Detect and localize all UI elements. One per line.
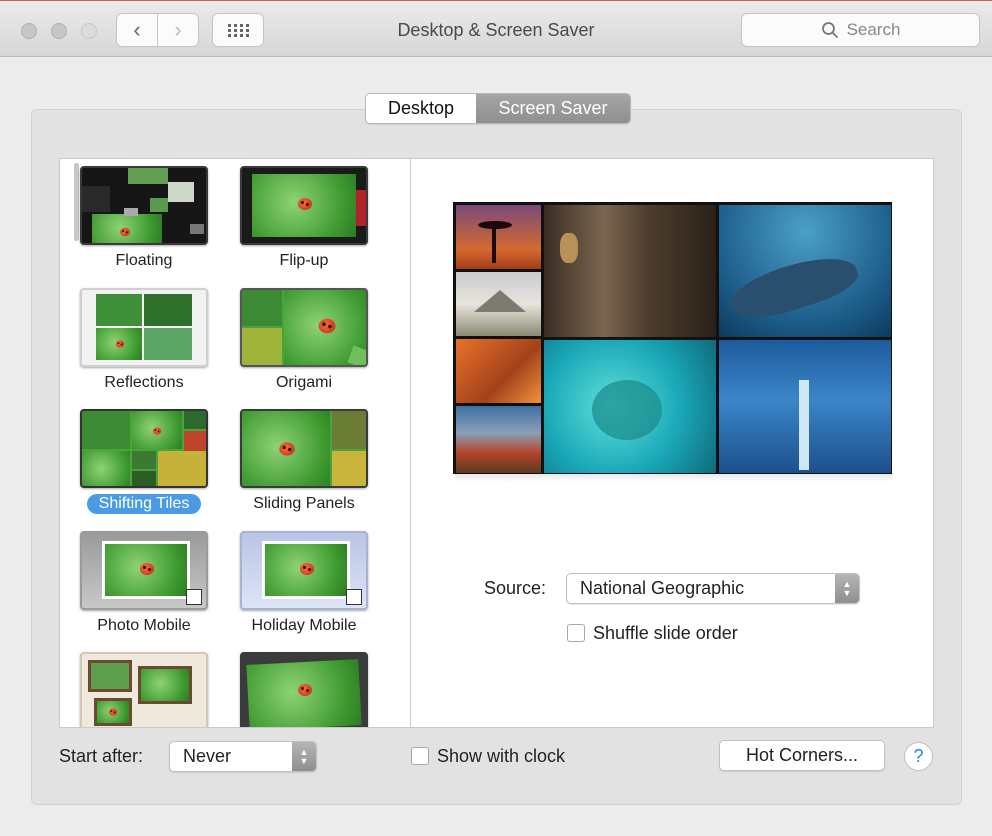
module-sliding-panels[interactable]: Sliding Panels: [224, 409, 384, 514]
module-label-selected: Shifting Tiles: [86, 494, 202, 514]
screen-saver-preview: [453, 202, 892, 474]
photo-mobile-thumbnail: [80, 531, 208, 610]
hot-corners-button[interactable]: Hot Corners...: [719, 740, 885, 771]
holiday-mobile-thumbnail: [240, 531, 368, 610]
show-all-button[interactable]: [212, 13, 264, 47]
start-after-popup[interactable]: Never ▲ ▼: [169, 741, 317, 772]
help-button[interactable]: ?: [904, 742, 933, 771]
module-label: Photo Mobile: [97, 617, 191, 634]
title-bar: ‹ › Desktop & Screen Saver Search: [0, 0, 992, 57]
module-origami[interactable]: Origami: [224, 288, 384, 393]
search-placeholder: Search: [846, 20, 901, 39]
origami-thumbnail: [240, 288, 368, 367]
module-photo-mobile[interactable]: Photo Mobile: [64, 531, 224, 636]
navigation-buttons: ‹ ›: [116, 13, 199, 47]
close-window-button[interactable]: [21, 23, 37, 39]
up-down-arrows-icon: ▲ ▼: [835, 574, 859, 603]
search-icon: [821, 22, 838, 38]
chevron-right-icon: ›: [174, 17, 182, 42]
module-label: Origami: [275, 374, 332, 391]
module-vintage-prints[interactable]: [64, 652, 224, 727]
shifting-tiles-thumbnail: [80, 409, 208, 488]
preview-photo-autumn: [456, 406, 541, 473]
preview-photo-dunes: [456, 339, 541, 403]
search-field[interactable]: Search: [741, 13, 980, 47]
preview-photo-fish: [544, 340, 716, 473]
preview-reflection: [455, 474, 892, 482]
tab-screen-saver[interactable]: Screen Saver: [476, 94, 630, 123]
module-flip-up[interactable]: Flip-up: [224, 166, 384, 271]
tab-desktop[interactable]: Desktop: [366, 94, 476, 123]
preview-photo-glacier: [719, 340, 891, 473]
source-label: Source:: [484, 578, 547, 598]
minimize-window-button[interactable]: [51, 23, 67, 39]
module-label: Floating: [115, 252, 173, 269]
zoom-window-button[interactable]: [81, 23, 97, 39]
tab-segmented-control: Desktop Screen Saver: [365, 93, 631, 124]
module-label: Flip-up: [279, 252, 329, 269]
grid-icon: [228, 24, 249, 37]
sliding-panels-thumbnail: [240, 409, 368, 488]
up-down-arrows-icon: ▲ ▼: [292, 742, 316, 771]
module-holiday-mobile[interactable]: Holiday Mobile: [224, 531, 384, 636]
preview-photo-leopard: [544, 205, 716, 337]
shuffle-label: Shuffle slide order: [593, 623, 738, 643]
module-label: Reflections: [104, 374, 184, 391]
module-shifting-tiles[interactable]: Shifting Tiles: [64, 409, 224, 514]
floating-thumbnail: [80, 166, 208, 245]
module-label: Sliding Panels: [253, 495, 355, 512]
module-label: Holiday Mobile: [251, 617, 357, 634]
back-button[interactable]: ‹: [117, 14, 157, 46]
screen-saver-list[interactable]: Floating Flip-up Reflections Origami Shi…: [59, 158, 411, 728]
preview-photo-whale-shark: [719, 205, 891, 337]
ken-burns-thumbnail: [240, 652, 368, 727]
preview-photo-sunset: [456, 205, 541, 269]
show-clock-checkbox[interactable]: [411, 747, 429, 765]
flip-up-thumbnail: [240, 166, 368, 245]
start-after-value: Never: [183, 746, 232, 766]
forward-button[interactable]: ›: [157, 14, 198, 46]
shuffle-checkbox[interactable]: [567, 624, 585, 642]
module-reflections[interactable]: Reflections: [64, 288, 224, 393]
module-floating[interactable]: Floating: [64, 166, 224, 271]
preview-photo-mountain: [456, 272, 541, 336]
start-after-label: Start after:: [59, 746, 144, 766]
help-icon: ?: [913, 746, 924, 766]
show-clock-label: Show with clock: [437, 746, 566, 766]
source-popup[interactable]: National Geographic ▲ ▼: [566, 573, 860, 604]
module-ken-burns[interactable]: [224, 652, 384, 727]
reflections-thumbnail: [80, 288, 208, 367]
vintage-prints-thumbnail: [80, 652, 208, 727]
source-value: National Geographic: [580, 578, 745, 598]
chevron-left-icon: ‹: [133, 17, 141, 42]
